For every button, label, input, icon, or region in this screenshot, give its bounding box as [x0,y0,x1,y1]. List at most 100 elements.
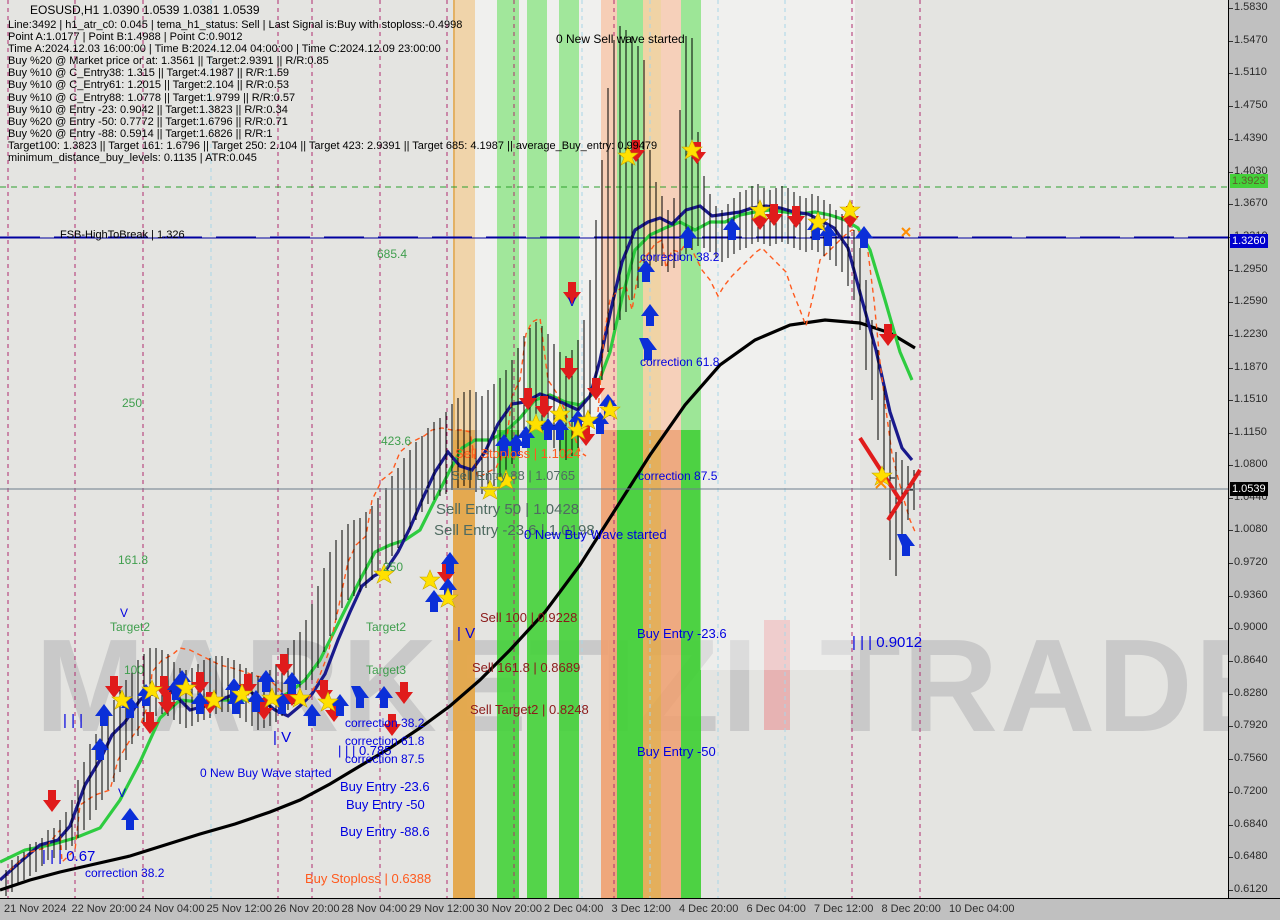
price-tick-label: 1.4750 [1234,99,1268,112]
correction-382-right: correction 38.2 [640,250,720,264]
price-tick-mark [1229,497,1233,499]
price-tick-label: 1.5830 [1234,1,1268,13]
price-tick-label: 1.2230 [1234,328,1268,340]
time-tick-label: 25 Nov 12:00 [206,903,272,915]
annotation-new-buy-wave-left: 0 New Buy Wave started [200,766,332,780]
time-tick-label: 29 Nov 12:00 [409,903,475,915]
point-marker-v-small2: V [118,786,127,800]
price-tick-label: 0.8280 [1234,686,1268,699]
price-tick-mark [1229,302,1233,304]
time-tick-label: 30 Nov 20:00 [476,903,542,915]
price-tick-label: 0.6480 [1234,850,1268,863]
fib-label-161: 161.8 [118,553,149,567]
fib-label-target2b: Target2 [366,620,407,634]
price-tick-mark [1229,8,1233,9]
price-tick-mark [1229,628,1233,630]
price-tick-mark [1229,138,1233,140]
label-fsb-high-to-break: FSB-HighToBreak | 1.326 [60,229,185,241]
fib-label-250-lower: 250 [383,560,404,574]
price-tick-mark [1229,106,1233,108]
point-marker-v-left: | V [273,729,292,746]
buy-stoploss-label: Buy Stoploss | 0.6388 [305,871,432,886]
price-tick-label: 1.0080 [1234,523,1268,536]
price-tick-mark [1229,269,1233,271]
price-tick-label: 1.5110 [1234,66,1267,79]
price-tick-mark [1229,530,1233,532]
price-tick-label: 0.7560 [1234,752,1268,765]
price-tick-mark [1229,464,1233,466]
fib-label-685: 685.4 [377,247,408,261]
buy-entry-236-right: Buy Entry -23.6 [637,626,727,641]
trading-chart-window: MARKET IZI TRADE [0,0,1280,920]
fib-label-target2: Target2 [110,620,151,634]
price-tick-label: 1.2590 [1234,295,1268,308]
price-tick-label: 0.7200 [1234,784,1268,797]
price-tick-label: 1.5470 [1234,33,1268,46]
point-marker-067: | | | 0.67 [42,848,96,865]
time-tick-label: 22 Nov 20:00 [71,903,137,915]
time-axis[interactable]: 21 Nov 2024 22 Nov 20:00 24 Nov 04:00 25 No… [0,898,1280,920]
correction-875-right: correction 87.5 [638,469,718,483]
correction-382-left: correction 38.2 [345,716,425,730]
price-tick-mark [1229,726,1233,728]
price-tick-label: 1.1510 [1234,393,1268,406]
fib-label-423: 423.6 [381,434,412,448]
sell-1618-label: Sell 161.8 | 0.8689 [472,660,581,675]
price-tick-label: 0.9000 [1234,621,1268,634]
correction-618-right: correction 61.8 [640,355,720,369]
price-highlight-label-1-3260: 1.3260 [1230,234,1268,249]
sell-entry-50-label: Sell Entry 50 | 1.0428 [436,501,580,518]
time-tick-label: 4 Dec 20:00 [679,903,739,915]
sell-stoploss-label: Sell Stoploss | 1.1024 [455,446,581,461]
price-tick-label: 0.9720 [1234,555,1268,568]
point-marker-v-small: V [120,606,129,620]
point-marker-0785: | | | 0.785 [338,743,392,758]
price-tick-mark [1229,693,1233,695]
price-tick-mark [1229,335,1233,336]
fib-label-250-upper: 250 [122,396,143,410]
price-tick-label: 1.4390 [1234,131,1268,144]
buy-entry-50-right: Buy Entry -50 [637,744,716,759]
price-highlight-label-1-3923: 1.3923 [1230,174,1268,189]
annotation-new-sell-wave: 0 New Sell wave started [556,32,685,46]
price-tick-mark [1229,400,1233,402]
price-tick-mark [1229,204,1233,206]
time-tick-label: 8 Dec 20:00 [881,903,941,915]
sell-target2-label: Sell Target2 | 0.8248 [470,702,589,717]
time-tick-label: 2 Dec 04:00 [544,903,604,915]
price-axis[interactable]: 1.5830 1.5470 1.5110 1.4750 1.4390 1.4030 1.36… [1228,0,1280,898]
price-tick-label: 1.2950 [1234,262,1268,275]
price-tick-mark [1229,857,1233,859]
buy-entry-886-left: Buy Entry -88.6 [340,824,430,839]
time-tick-label: 24 Nov 04:00 [139,903,205,915]
price-tick-mark [1229,791,1233,793]
price-tick-label: 1.0800 [1234,457,1268,470]
point-marker-v-small3: V [568,295,577,309]
price-tick-mark [1229,661,1233,663]
correction-382-bottom: correction 38.2 [85,866,165,880]
price-tick-label: 0.6120 [1234,883,1268,895]
point-marker-v-mid: | V [457,625,476,642]
price-tick-mark [1229,40,1233,42]
sell-100-label: Sell 100 | 0.9228 [480,610,578,625]
time-tick-label: 3 Dec 12:00 [611,903,671,915]
fsb-label-text: FSB-HighToBreak [60,229,149,241]
fib-label-target3: Target3 [366,663,407,677]
time-tick-label: 28 Nov 04:00 [341,903,407,915]
buy-entry-50-left: Buy Entry -50 [346,797,425,812]
price-tick-label: 1.1150 [1234,426,1267,439]
price-tick-label: 0.7920 [1234,719,1268,732]
time-tick-label: 21 Nov 2024 [4,903,67,915]
chart-plot-area[interactable]: MARKET IZI TRADE [0,0,1228,898]
price-tick-mark [1229,890,1233,891]
price-tick-mark [1229,759,1233,761]
point-marker-bars-left: | | | [63,712,84,729]
time-tick-label: 7 Dec 12:00 [814,903,874,915]
price-tick-mark [1229,595,1233,597]
point-marker-09012: | | | 0.9012 [852,634,923,651]
fsb-label-value: 1.326 [157,229,185,241]
fib-label-100: 100 [124,663,145,677]
price-tick-label: 1.3670 [1234,197,1268,210]
price-tick-label: 0.6840 [1234,817,1268,830]
price-tick-mark [1229,433,1233,435]
